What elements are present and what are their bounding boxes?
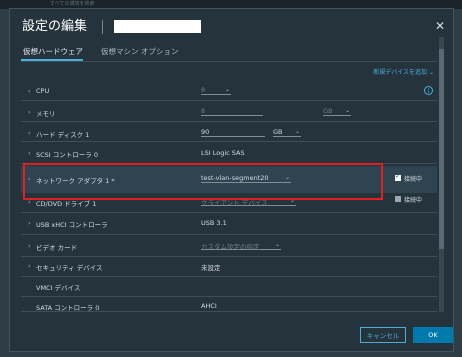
usb-value: USB 3.1	[201, 219, 227, 227]
scsi-value: LSI Logic SAS	[201, 149, 245, 157]
row-label: メモリ	[36, 110, 56, 118]
cancel-button[interactable]: キャンセル	[360, 327, 406, 343]
row-scsi-controller[interactable]: › SCSI コントローラ 0 LSI Logic SAS	[21, 142, 437, 164]
row-label: USB xHCI コントローラ	[36, 221, 108, 229]
connected-checkbox[interactable]	[395, 196, 401, 202]
edit-settings-dialog: 設定の編集 ✕ 仮想ハードウェア 仮想マシン オプション 新規デバイスを追加 ⌄…	[9, 8, 454, 352]
disk-size-value: 90	[201, 128, 210, 136]
sata-value: AHCI	[201, 302, 217, 310]
row-label: ビデオ カード	[36, 244, 78, 252]
tab-vm-options[interactable]: 仮想マシン オプション	[101, 47, 178, 56]
row-label: CD/DVD ドライブ 1	[36, 200, 97, 208]
row-video-card[interactable]: › ビデオ カード カスタム設定の指定 ⌄	[21, 235, 437, 257]
scrollbar-thumb[interactable]	[439, 49, 444, 249]
chevron-down-icon: ⌄	[344, 107, 350, 114]
search-placeholder: すべての環境を検索	[50, 1, 95, 7]
dialog-title: 設定の編集	[22, 19, 88, 34]
memory-input[interactable]: 8	[201, 107, 263, 116]
add-new-device-label: 新規デバイスを追加	[373, 69, 428, 76]
chevron-down-icon: ⌄	[274, 241, 280, 248]
chevron-right-icon[interactable]: ›	[28, 242, 31, 250]
connected-label: 接続中	[404, 176, 423, 183]
row-hard-disk[interactable]: › ハード ディスク 1 90 GB ⌄	[21, 122, 437, 142]
disk-unit: GB	[273, 128, 283, 136]
cpu-select[interactable]: 8 ⌄	[201, 86, 231, 95]
row-cd-dvd-drive[interactable]: › CD/DVD ドライブ 1 クライアント デバイス ⌄ 接続中	[21, 193, 437, 213]
chevron-down-icon: ⌄	[428, 69, 434, 76]
add-new-device-button[interactable]: 新規デバイスを追加 ⌄	[373, 67, 434, 76]
security-value: 未設定	[201, 264, 221, 272]
cpu-value: 8	[201, 86, 206, 94]
chevron-right-icon[interactable]: ›	[28, 108, 31, 116]
chevron-right-icon[interactable]: ›	[28, 262, 31, 270]
row-label: SCSI コントローラ 0	[36, 151, 98, 159]
row-usb-controller[interactable]: › USB xHCI コントローラ USB 3.1	[21, 213, 437, 235]
chevron-down-icon: ⌄	[224, 86, 230, 93]
row-cpu[interactable]: › CPU 8 ⌄ i	[21, 81, 437, 101]
row-label: セキュリティ デバイス	[36, 264, 103, 272]
chevron-right-icon[interactable]: ›	[28, 219, 31, 227]
chevron-right-icon[interactable]: ›	[28, 129, 31, 137]
row-label: VMCI デバイス	[36, 284, 81, 292]
row-label: CPU	[36, 87, 50, 95]
chevron-down-icon: ⌄	[289, 197, 295, 204]
tabs-divider	[21, 61, 437, 62]
tab-virtual-hardware[interactable]: 仮想ハードウェア	[23, 47, 83, 56]
chevron-right-icon[interactable]: ›	[28, 198, 31, 206]
chevron-down-icon: ⌄	[294, 128, 300, 135]
row-vmci-device: VMCI デバイス	[21, 277, 437, 297]
chevron-right-icon[interactable]: ›	[28, 149, 31, 157]
row-label: ハード ディスク 1	[36, 131, 90, 139]
close-icon[interactable]: ✕	[435, 20, 445, 32]
row-sata-controller: SATA コントローラ 0 AHCI	[21, 297, 437, 312]
chevron-right-icon[interactable]: ›	[28, 87, 31, 95]
disk-unit-select[interactable]: GB ⌄	[273, 128, 301, 137]
connected-checkbox[interactable]	[395, 172, 401, 181]
info-icon[interactable]: i	[424, 86, 433, 95]
title-separator	[102, 20, 103, 34]
scrollbar[interactable]	[439, 37, 444, 312]
video-card-select[interactable]: カスタム設定の指定 ⌄	[201, 241, 281, 251]
row-memory[interactable]: › メモリ 8 GB ⌄	[21, 101, 437, 122]
row-security-device[interactable]: › セキュリティ デバイス 未設定	[21, 257, 437, 277]
connected-label: 接続中	[404, 197, 423, 204]
footer-divider	[21, 311, 437, 312]
memory-value: 8	[201, 107, 206, 115]
cd-dvd-value: クライアント デバイス	[201, 199, 268, 207]
ok-button[interactable]: OK	[413, 327, 453, 343]
redacted-vm-name	[114, 20, 201, 33]
video-card-value: カスタム設定の指定	[201, 243, 260, 251]
memory-unit: GB	[323, 107, 333, 115]
disk-size-input[interactable]: 90	[201, 128, 265, 137]
cd-dvd-select[interactable]: クライアント デバイス ⌄	[201, 197, 296, 207]
memory-unit-select[interactable]: GB ⌄	[323, 107, 351, 116]
